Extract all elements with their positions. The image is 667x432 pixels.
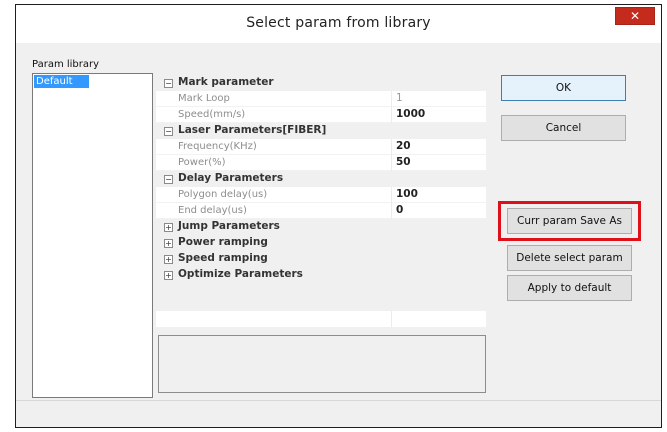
close-button[interactable]: ✕ [615, 7, 655, 25]
property-name: Frequency(KHz) [178, 141, 257, 152]
expand-icon[interactable]: + [164, 271, 173, 280]
expand-icon[interactable]: + [164, 239, 173, 248]
property-name: Power(%) [178, 157, 226, 168]
expand-icon[interactable]: + [164, 223, 173, 232]
param-library-dialog: Select param from library ✕ Param librar… [15, 4, 662, 428]
category-speed-ramping[interactable]: + Speed ramping [156, 251, 486, 267]
param-property-grid: − Mark parameter Mark Loop 1 Speed(mm/s)… [156, 75, 486, 326]
property-row-polygon-delay[interactable]: Polygon delay(us) 100 [156, 187, 486, 203]
property-name: Polygon delay(us) [178, 189, 268, 200]
property-row-end-delay[interactable]: End delay(us) 0 [156, 203, 486, 219]
property-row-power[interactable]: Power(%) 50 [156, 155, 486, 171]
library-item-default[interactable]: Default [34, 75, 89, 88]
category-title: Speed ramping [178, 252, 268, 264]
close-icon: ✕ [629, 9, 641, 23]
cancel-button[interactable]: Cancel [501, 115, 626, 141]
dialog-title: Select param from library [246, 15, 431, 31]
delete-param-button[interactable]: Delete select param [507, 245, 632, 271]
param-library-label: Param library [32, 59, 100, 70]
category-laser-parameters[interactable]: − Laser Parameters[FIBER] [156, 123, 486, 139]
expand-icon[interactable]: + [164, 255, 173, 264]
property-row-frequency[interactable]: Frequency(KHz) 20 [156, 139, 486, 155]
property-name: Speed(mm/s) [178, 109, 246, 120]
property-value[interactable]: 1 [396, 92, 403, 104]
category-title: Delay Parameters [178, 172, 284, 184]
highlight-box [498, 201, 641, 241]
empty-grid-row [156, 311, 486, 327]
category-optimize-parameters[interactable]: + Optimize Parameters [156, 267, 486, 283]
property-name: End delay(us) [178, 205, 247, 216]
category-title: Jump Parameters [178, 220, 280, 232]
category-mark-parameter[interactable]: − Mark parameter [156, 75, 486, 91]
category-title: Power ramping [178, 236, 268, 248]
param-library-list[interactable]: Default [32, 73, 153, 398]
title-bar: Select param from library ✕ [16, 5, 661, 43]
property-value[interactable]: 50 [396, 156, 411, 168]
property-name: Mark Loop [178, 93, 230, 104]
category-title: Laser Parameters[FIBER] [178, 124, 327, 136]
category-title: Optimize Parameters [178, 268, 303, 280]
category-power-ramping[interactable]: + Power ramping [156, 235, 486, 251]
property-row-speed[interactable]: Speed(mm/s) 1000 [156, 107, 486, 123]
collapse-icon[interactable]: − [164, 127, 173, 136]
property-value[interactable]: 0 [396, 204, 403, 216]
footer-divider [16, 400, 661, 401]
category-delay-parameters[interactable]: − Delay Parameters [156, 171, 486, 187]
property-value[interactable]: 100 [396, 188, 418, 200]
ok-button[interactable]: OK [501, 75, 626, 101]
collapse-icon[interactable]: − [164, 79, 173, 88]
property-row-mark-loop[interactable]: Mark Loop 1 [156, 91, 486, 107]
category-jump-parameters[interactable]: + Jump Parameters [156, 219, 486, 235]
category-title: Mark parameter [178, 76, 274, 88]
property-value[interactable]: 20 [396, 140, 411, 152]
description-panel [158, 335, 486, 393]
apply-default-button[interactable]: Apply to default [507, 275, 632, 301]
collapse-icon[interactable]: − [164, 175, 173, 184]
property-value[interactable]: 1000 [396, 108, 425, 120]
